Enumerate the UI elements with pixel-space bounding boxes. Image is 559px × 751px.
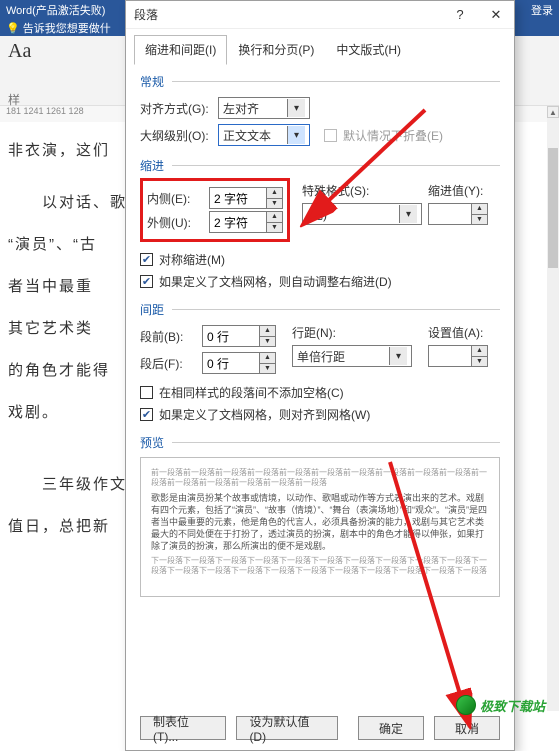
snap-grid-checkbox[interactable]: ✔: [140, 408, 153, 421]
inside-indent-label: 内侧(E):: [147, 190, 209, 207]
section-indent: 缩进: [140, 151, 500, 176]
outline-combo[interactable]: 正文文本 ▾: [218, 124, 310, 146]
ok-button[interactable]: 确定: [358, 716, 424, 740]
chevron-down-icon[interactable]: ▼: [472, 356, 487, 367]
set-value-label: 设置值(A):: [428, 324, 500, 341]
set-default-button[interactable]: 设为默认值(D): [236, 716, 338, 740]
tab-indent-spacing[interactable]: 缩进和间距(I): [134, 35, 227, 65]
login-label[interactable]: 登录: [531, 2, 553, 18]
outside-indent-input[interactable]: [209, 211, 267, 233]
section-general: 常规: [140, 67, 500, 92]
help-button[interactable]: ?: [442, 1, 478, 29]
indent-value-label: 缩进值(Y):: [428, 182, 500, 199]
special-format-label: 特殊格式(S):: [302, 182, 428, 199]
tellme-text: 告诉我您想要做什: [23, 23, 111, 35]
paragraph-dialog: 段落 ? ✕ 缩进和间距(I) 换行和分页(P) 中文版式(H) 常规 对齐方式…: [125, 0, 515, 751]
ribbon-font-sample: Aa: [8, 40, 31, 62]
spinner[interactable]: ▲▼: [260, 325, 276, 347]
alignment-label: 对齐方式(G):: [140, 100, 218, 117]
inside-indent-input[interactable]: [209, 187, 267, 209]
space-after-label: 段后(F):: [140, 355, 202, 372]
space-after-input[interactable]: [202, 352, 260, 374]
scroll-up-icon[interactable]: ▲: [547, 106, 559, 118]
chevron-up-icon[interactable]: ▲: [267, 212, 282, 222]
line-spacing-combo[interactable]: 单倍行距 ▾: [292, 345, 412, 367]
indent-value-input[interactable]: [428, 203, 472, 225]
close-button[interactable]: ✕: [478, 1, 514, 29]
tab-line-page-breaks[interactable]: 换行和分页(P): [227, 35, 325, 65]
dialog-title: 段落: [134, 6, 158, 23]
highlight-box: 内侧(E): ▲▼ 外侧(U): ▲▼: [140, 178, 290, 242]
section-preview: 预览: [140, 428, 500, 453]
no-space-same-style-label: 在相同样式的段落间不添加空格(C): [159, 384, 344, 401]
chevron-down-icon: ▾: [399, 205, 417, 223]
chevron-down-icon[interactable]: ▼: [260, 336, 275, 347]
chevron-down-icon: ▾: [287, 126, 305, 144]
preview-sample-text: 歌影是由演员扮某个故事或情境，以动作、歌唱或动作等方式表演出来的艺术。戏剧有四个…: [151, 492, 489, 552]
spinner[interactable]: ▲▼: [472, 203, 488, 225]
mirror-indent-label: 对称缩进(M): [159, 251, 225, 268]
collapse-default-label: 默认情况下折叠(E): [343, 127, 443, 144]
line-spacing-value: 单倍行距: [297, 348, 345, 365]
titlebar: 段落 ? ✕: [126, 1, 514, 29]
no-space-same-style-checkbox[interactable]: [140, 386, 153, 399]
chevron-up-icon[interactable]: ▲: [267, 188, 282, 198]
space-before-label: 段前(B):: [140, 328, 202, 345]
outside-indent-label: 外侧(U):: [147, 214, 209, 231]
grid-indent-checkbox[interactable]: ✔: [140, 275, 153, 288]
tabs-button[interactable]: 制表位(T)...: [140, 716, 226, 740]
spinner[interactable]: ▲▼: [260, 352, 276, 374]
chevron-up-icon[interactable]: ▲: [260, 326, 275, 336]
tab-asian-typography[interactable]: 中文版式(H): [325, 35, 412, 65]
scroll-thumb[interactable]: [548, 148, 558, 268]
collapse-default-checkbox: [324, 129, 337, 142]
preview-box: 前一段落前一段落前一段落前一段落前一段落前一段落前一段落前一段落前一段落前一段落…: [140, 457, 500, 597]
line-spacing-label: 行距(N):: [292, 324, 428, 341]
chevron-down-icon[interactable]: ▼: [472, 214, 487, 225]
mirror-indent-checkbox[interactable]: ✔: [140, 253, 153, 266]
chevron-up-icon[interactable]: ▲: [472, 346, 487, 356]
alignment-combo[interactable]: 左对齐 ▾: [218, 97, 310, 119]
chevron-down-icon[interactable]: ▼: [267, 198, 282, 209]
spinner[interactable]: ▲▼: [267, 211, 283, 233]
section-spacing: 间距: [140, 295, 500, 320]
cancel-button[interactable]: 取消: [434, 716, 500, 740]
snap-grid-label: 如果定义了文档网格，则对齐到网格(W): [159, 406, 370, 423]
scrollbar[interactable]: ▲: [547, 106, 559, 711]
chevron-up-icon[interactable]: ▲: [472, 204, 487, 214]
outline-value: 正文文本: [223, 127, 271, 144]
preview-filler: 前一段落前一段落前一段落前一段落前一段落前一段落前一段落前一段落前一段落前一段落…: [151, 468, 489, 488]
chevron-down-icon: ▾: [287, 99, 305, 117]
special-format-value: (无): [307, 206, 327, 223]
spinner[interactable]: ▲▼: [472, 345, 488, 367]
chevron-up-icon[interactable]: ▲: [260, 353, 275, 363]
chevron-down-icon[interactable]: ▼: [267, 222, 282, 233]
chevron-down-icon[interactable]: ▼: [260, 363, 275, 374]
alignment-value: 左对齐: [223, 100, 259, 117]
grid-indent-label: 如果定义了文档网格，则自动调整右缩进(D): [159, 273, 392, 290]
tabs: 缩进和间距(I) 换行和分页(P) 中文版式(H): [126, 29, 514, 65]
outline-label: 大纲级别(O):: [140, 127, 218, 144]
spinner[interactable]: ▲▼: [267, 187, 283, 209]
space-before-input[interactable]: [202, 325, 260, 347]
special-format-combo[interactable]: (无) ▾: [302, 203, 422, 225]
preview-filler: 下一段落下一段落下一段落下一段落下一段落下一段落下一段落下一段落下一段落下一段落…: [151, 556, 489, 576]
chevron-down-icon: ▾: [389, 347, 407, 365]
set-value-input[interactable]: [428, 345, 472, 367]
